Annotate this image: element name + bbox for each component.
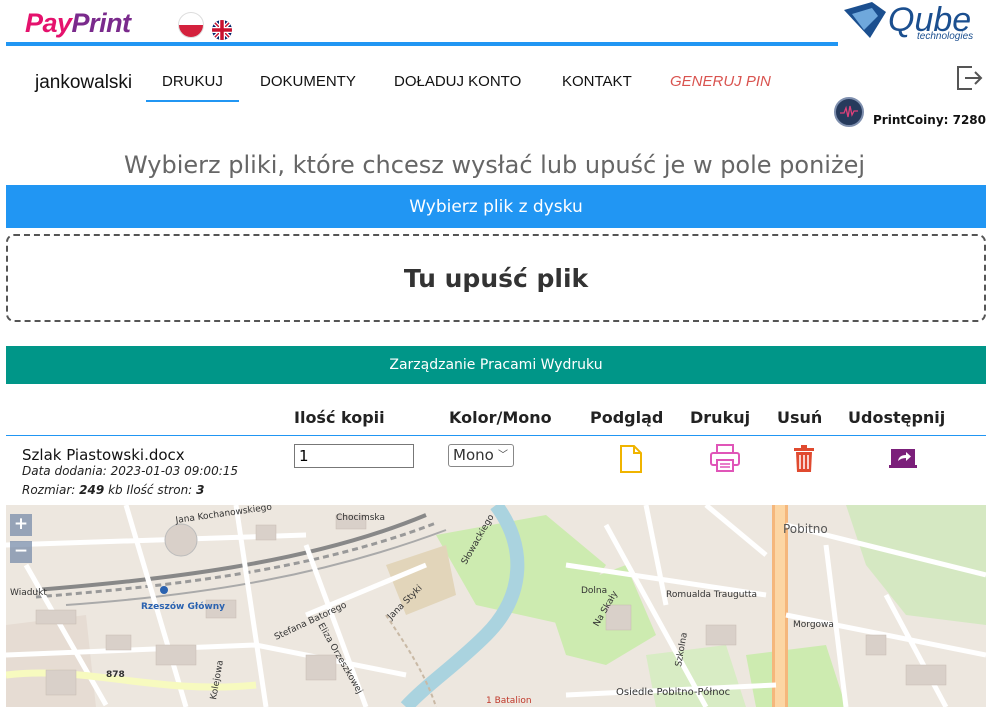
map-canvas: Jana Kochanowskiego Chocimska Rzeszów Gł… — [6, 505, 986, 707]
preview-document-icon[interactable] — [619, 444, 643, 474]
nav-item-drukuj[interactable]: DRUKUJ — [146, 72, 239, 102]
chevron-down-icon: ﹀ — [498, 450, 508, 461]
column-header-copies: Ilość kopii — [294, 408, 385, 427]
username-label: jankowalski — [35, 72, 133, 93]
job-size-unit: kb — [108, 483, 123, 497]
copies-input[interactable] — [294, 444, 414, 468]
map-label: Dolna — [581, 586, 607, 596]
file-drop-zone[interactable]: Tu upuść plik — [6, 234, 986, 322]
column-header-print: Drukuj — [690, 408, 751, 427]
column-header-color: Kolor/Mono — [449, 408, 552, 427]
payprint-logo[interactable]: PayPrint — [25, 8, 131, 39]
map-label: Wiadukt — [10, 588, 47, 598]
map-label: Pobitno — [783, 522, 828, 536]
map-label: 878 — [106, 670, 125, 680]
job-pages-value: 3 — [196, 483, 205, 497]
share-icon[interactable] — [889, 448, 917, 470]
english-flag-icon[interactable] — [212, 20, 232, 40]
print-icon[interactable] — [709, 443, 741, 473]
upload-title: Wybierz pliki, które chcesz wysłać lub u… — [123, 151, 866, 179]
job-size-label: Rozmiar: — [22, 483, 76, 497]
map-label: Romualda Traugutta — [666, 590, 757, 600]
logout-icon[interactable] — [955, 63, 983, 93]
column-header-share: Udostępnij — [848, 408, 946, 427]
color-mode-select[interactable]: Mono ﹀ — [448, 444, 514, 467]
table-header-divider — [6, 435, 986, 436]
map[interactable]: Jana Kochanowskiego Chocimska Rzeszów Gł… — [6, 505, 986, 707]
header-divider — [6, 42, 838, 46]
color-mode-value: Mono — [453, 446, 494, 464]
job-date: Data dodania: 2023-01-03 09:00:15 — [22, 464, 238, 478]
logo-print-text: Print — [71, 8, 132, 38]
column-header-preview: Podgląd — [590, 408, 664, 427]
logo-pay-text: Pay — [25, 8, 72, 38]
printcoins-balance: PrintCoiny: 7280 — [873, 113, 987, 127]
job-date-value: 2023-01-03 09:00:15 — [110, 464, 239, 478]
choose-file-button[interactable]: Wybierz plik z dysku — [6, 185, 986, 228]
trash-icon[interactable] — [792, 445, 816, 473]
map-label: 1 Batalion — [486, 696, 532, 706]
printcoin-icon — [834, 97, 864, 127]
map-label: Osiedle Pobitno-Północ — [616, 686, 730, 698]
nav-item-kontakt[interactable]: KONTAKT — [546, 72, 648, 100]
job-date-label: Data dodania: — [22, 464, 107, 478]
qube-logo-subtext: technologies — [917, 31, 974, 42]
drop-zone-text: Tu upuść plik — [403, 263, 589, 293]
column-header-delete: Usuń — [777, 408, 823, 427]
job-size-value: 249 — [79, 483, 105, 497]
polish-flag-icon[interactable] — [178, 12, 204, 38]
map-label: Morgowa — [793, 620, 834, 630]
map-zoom-out-button[interactable]: − — [10, 541, 32, 563]
nav-item-generuj-pin[interactable]: GENERUJ PIN — [654, 72, 787, 100]
map-label: Chocimska — [336, 513, 385, 523]
nav-item-doladuj-konto[interactable]: DOŁADUJ KONTO — [378, 72, 537, 100]
nav-item-dokumenty[interactable]: DOKUMENTY — [244, 72, 372, 100]
job-meta: Rozmiar: 249 kb Ilość stron: 3 — [22, 483, 204, 497]
print-jobs-bar: Zarządzanie Pracami Wydruku — [6, 346, 986, 384]
map-zoom-in-button[interactable]: + — [10, 514, 32, 536]
map-label: Rzeszów Główny — [141, 601, 225, 612]
job-pages-label: Ilość stron: — [126, 483, 193, 497]
job-file-name: Szlak Piastowski.docx — [22, 446, 185, 464]
